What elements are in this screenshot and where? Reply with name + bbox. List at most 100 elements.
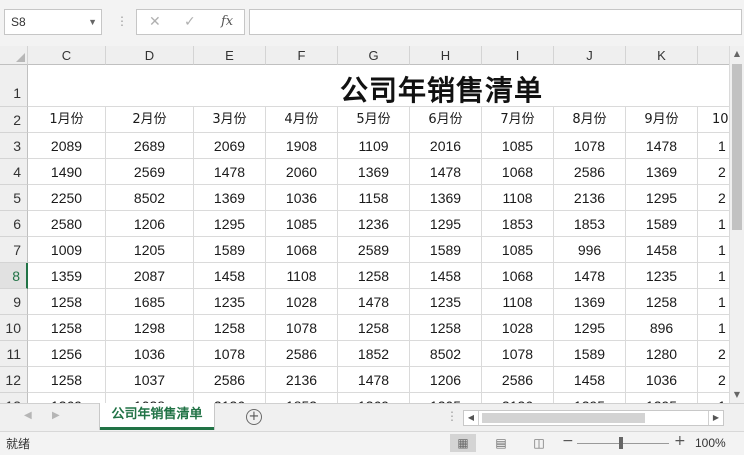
column-header-d[interactable]: D <box>106 46 194 65</box>
data-cell[interactable]: 1235 <box>194 289 266 315</box>
month-header-cell[interactable]: 5月份 <box>338 107 410 133</box>
month-header-cell[interactable]: 10 <box>698 107 729 133</box>
row-header-8[interactable]: 8 <box>0 263 28 289</box>
data-cell[interactable]: 1036 <box>106 341 194 367</box>
data-cell[interactable]: 1478 <box>554 263 626 289</box>
column-header-f[interactable]: F <box>266 46 338 65</box>
data-cell[interactable]: 1369 <box>194 185 266 211</box>
data-cell[interactable]: 1009 <box>28 237 106 263</box>
scroll-up-icon[interactable]: ▲ <box>730 46 744 62</box>
data-cell[interactable]: 1108 <box>482 185 554 211</box>
column-header-g[interactable]: G <box>338 46 410 65</box>
data-cell[interactable]: 1085 <box>266 211 338 237</box>
scroll-down-icon[interactable]: ▼ <box>730 387 744 403</box>
data-cell[interactable]: 1258 <box>338 315 410 341</box>
data-cell[interactable]: 1205 <box>106 237 194 263</box>
month-header-cell[interactable]: 3月份 <box>194 107 266 133</box>
data-cell[interactable]: 1205 <box>410 393 482 403</box>
data-cell[interactable]: 1028 <box>482 315 554 341</box>
data-cell[interactable]: 1078 <box>482 341 554 367</box>
data-cell[interactable]: 1280 <box>626 341 698 367</box>
month-header-cell[interactable]: 7月份 <box>482 107 554 133</box>
data-cell[interactable]: 1236 <box>338 211 410 237</box>
data-cell[interactable]: 1359 <box>28 263 106 289</box>
data-cell[interactable]: 1685 <box>106 289 194 315</box>
row-header-2[interactable]: 2 <box>0 107 28 133</box>
data-cell[interactable]: 1085 <box>482 133 554 159</box>
row-header-3[interactable]: 3 <box>0 133 28 159</box>
data-cell[interactable]: 2250 <box>28 185 106 211</box>
data-cell[interactable]: 1 <box>698 315 729 341</box>
column-header-k[interactable]: K <box>626 46 698 65</box>
sheet-title-cell[interactable]: 公司年销售清单 <box>28 65 729 107</box>
data-cell[interactable]: 1036 <box>266 185 338 211</box>
data-cell[interactable]: 1068 <box>482 159 554 185</box>
data-cell[interactable]: 1206 <box>106 211 194 237</box>
row-header-1[interactable]: 1 <box>0 65 28 107</box>
formula-input[interactable] <box>249 9 742 35</box>
data-cell[interactable]: 1478 <box>194 159 266 185</box>
data-cell[interactable]: 2586 <box>194 367 266 393</box>
data-cell[interactable]: 1068 <box>266 237 338 263</box>
data-cell[interactable]: 1 <box>698 263 729 289</box>
data-cell[interactable]: 1028 <box>266 289 338 315</box>
row-header-10[interactable]: 10 <box>0 315 28 341</box>
data-cell[interactable]: 2586 <box>482 367 554 393</box>
data-cell[interactable]: 1295 <box>626 185 698 211</box>
data-cell[interactable]: 1109 <box>338 133 410 159</box>
data-cell[interactable]: 1369 <box>338 393 410 403</box>
cancel-icon[interactable]: ✕ <box>149 13 161 31</box>
row-header-7[interactable]: 7 <box>0 237 28 263</box>
add-sheet-icon[interactable]: + <box>246 409 262 425</box>
row-header-13[interactable]: 13 <box>0 393 28 403</box>
data-cell[interactable]: 2087 <box>106 263 194 289</box>
scroll-left-icon[interactable]: ◀ <box>464 411 479 425</box>
data-cell[interactable]: 1478 <box>410 159 482 185</box>
horizontal-scrollbar[interactable]: ◀ ▶ <box>463 410 724 426</box>
more-options-icon[interactable]: ⋮ <box>116 13 128 29</box>
data-cell[interactable]: 1158 <box>338 185 410 211</box>
data-cell[interactable]: 1908 <box>266 133 338 159</box>
data-cell[interactable]: 1256 <box>28 341 106 367</box>
data-cell[interactable]: 1258 <box>410 315 482 341</box>
row-header-5[interactable]: 5 <box>0 185 28 211</box>
page-break-view-icon[interactable]: ◫ <box>526 434 552 452</box>
month-header-cell[interactable]: 1月份 <box>28 107 106 133</box>
zoom-in-icon[interactable]: + <box>674 433 686 449</box>
data-cell[interactable]: 1206 <box>410 367 482 393</box>
data-cell[interactable]: 1458 <box>554 367 626 393</box>
data-cell[interactable]: 2016 <box>410 133 482 159</box>
data-cell[interactable]: 1589 <box>554 341 626 367</box>
data-cell[interactable]: 1458 <box>194 263 266 289</box>
data-cell[interactable]: 2 <box>698 159 729 185</box>
data-cell[interactable]: 2 <box>698 367 729 393</box>
spreadsheet-grid[interactable]: CDEFGHIJKL12345678910111213公司年销售清单1月份2月份… <box>0 46 729 403</box>
data-cell[interactable]: 1108 <box>266 263 338 289</box>
data-cell[interactable]: 2136 <box>482 393 554 403</box>
month-header-cell[interactable]: 4月份 <box>266 107 338 133</box>
data-cell[interactable]: 1298 <box>106 315 194 341</box>
enter-icon[interactable]: ✓ <box>184 13 196 31</box>
column-header-h[interactable]: H <box>410 46 482 65</box>
page-layout-view-icon[interactable]: ▤ <box>488 434 514 452</box>
row-header-12[interactable]: 12 <box>0 367 28 393</box>
data-cell[interactable]: 1478 <box>338 367 410 393</box>
column-header-i[interactable]: I <box>482 46 554 65</box>
data-cell[interactable]: 996 <box>554 237 626 263</box>
data-cell[interactable]: 1852 <box>338 341 410 367</box>
chevron-down-icon[interactable]: ▼ <box>88 10 97 34</box>
prev-sheet-icon[interactable]: ◀ <box>24 410 32 421</box>
data-cell[interactable]: 1 <box>698 133 729 159</box>
data-cell[interactable]: 1 <box>698 211 729 237</box>
data-cell[interactable]: 2589 <box>338 237 410 263</box>
insert-function-icon[interactable]: fx <box>221 13 233 31</box>
data-cell[interactable]: 1369 <box>554 289 626 315</box>
column-header-l[interactable]: L <box>698 46 729 65</box>
data-cell[interactable]: 1295 <box>194 211 266 237</box>
data-cell[interactable]: 1490 <box>28 159 106 185</box>
data-cell[interactable]: 1037 <box>106 367 194 393</box>
vertical-scroll-thumb[interactable] <box>732 64 742 230</box>
data-cell[interactable]: 1078 <box>266 315 338 341</box>
tab-splitter-icon[interactable]: ⋮ <box>446 409 458 423</box>
data-cell[interactable]: 2089 <box>28 133 106 159</box>
